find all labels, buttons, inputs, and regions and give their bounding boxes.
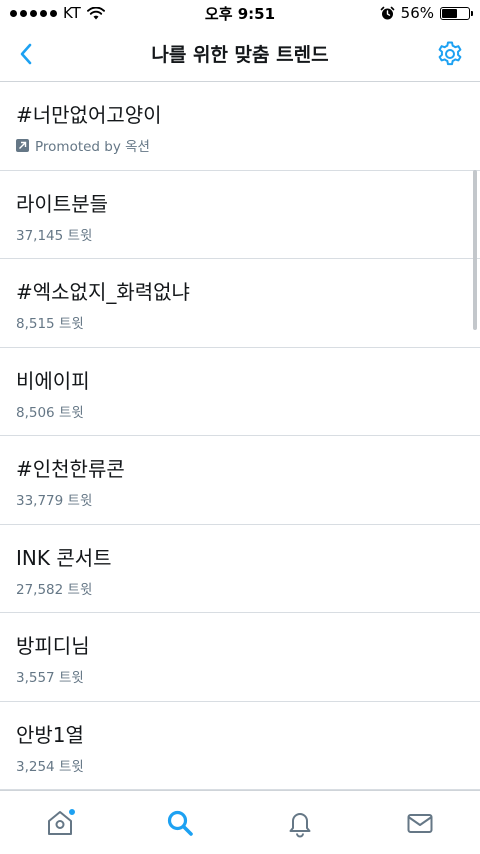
signal-strength-icon [10, 9, 57, 17]
trend-meta-text: 8,515 트윗 [16, 316, 84, 332]
battery-icon [440, 6, 473, 20]
home-notification-dot [68, 807, 76, 816]
trend-meta: 3,254 트윗 [16, 755, 464, 775]
tab-notifications[interactable] [270, 798, 330, 848]
battery-percent: 56% [400, 4, 434, 22]
trend-meta-text: 33,779 트윗 [16, 493, 93, 509]
promoted-icon [16, 138, 29, 152]
trend-item[interactable]: 방피디님 3,557 트윗 [0, 613, 480, 702]
settings-button[interactable] [434, 38, 466, 70]
nav-bar: 나를 위한 맞춤 트렌드 [0, 26, 480, 82]
tab-messages[interactable] [390, 798, 450, 848]
alarm-icon [380, 6, 394, 19]
trend-name: INK 콘서트 [16, 545, 112, 570]
page-title: 나를 위한 맞춤 트렌드 [151, 44, 329, 66]
chevron-left-icon [20, 43, 32, 65]
wifi-icon [86, 6, 105, 19]
search-icon [167, 810, 193, 836]
gear-icon [438, 41, 462, 66]
trend-name: 비에이피 [16, 368, 90, 393]
trend-meta: 8,515 트윗 [16, 312, 464, 332]
notifications-icon [289, 812, 311, 837]
trend-meta: 27,582 트윗 [16, 578, 464, 598]
messages-icon [407, 813, 433, 833]
trend-meta-text: 27,582 트윗 [16, 581, 93, 598]
app: KT 오후 9:51 56% 나를 위한 맞춤 트렌드 #너만없어고양이 Pro… [0, 0, 480, 854]
trend-list: #너만없어고양이 Promoted by 옥션 라이트분들 37,145 트윗 … [0, 82, 480, 790]
tab-search[interactable] [150, 798, 210, 848]
trend-meta: Promoted by 옥션 [16, 135, 464, 155]
trend-item[interactable]: INK 콘서트 27,582 트윗 [0, 525, 480, 613]
trend-name: #너만없어고양이 [16, 103, 162, 127]
trend-meta-text: 8,506 트윗 [16, 404, 84, 421]
carrier-label: KT [63, 4, 81, 22]
trend-meta-text: 37,145 트윗 [16, 227, 93, 244]
trend-meta: 37,145 트윗 [16, 224, 464, 244]
trend-item[interactable]: 라이트분들 37,145 트윗 [0, 171, 480, 259]
trend-item[interactable]: 비에이피 8,506 트윗 [0, 348, 480, 436]
trend-item[interactable]: 안방1열 3,254 트윗 [0, 702, 480, 790]
trend-meta-text: Promoted by 옥션 [35, 139, 150, 155]
trend-meta: 3,557 트윗 [16, 666, 464, 686]
battery-fill [442, 8, 457, 18]
trend-name: 안방1열 [16, 722, 84, 747]
trend-meta: 33,779 트윗 [16, 489, 464, 509]
trend-name: #엑소없지_화력없냐 [16, 280, 190, 304]
trend-name: 방피디님 [16, 634, 90, 658]
trend-meta: 8,506 트윗 [16, 401, 464, 421]
tab-bar [0, 790, 480, 854]
trend-meta-text: 3,557 트윗 [16, 670, 84, 686]
status-right: 56% [380, 4, 473, 22]
trend-item[interactable]: #인천한류콘 33,779 트윗 [0, 436, 480, 525]
trend-meta-text: 3,254 트윗 [16, 758, 84, 775]
trend-item[interactable]: #너만없어고양이 Promoted by 옥션 [0, 82, 480, 171]
trend-name: #인천한류콘 [16, 457, 125, 481]
tab-home[interactable] [30, 798, 90, 848]
back-button[interactable] [10, 38, 42, 70]
status-bar: KT 오후 9:51 56% [0, 0, 480, 26]
scrollbar[interactable] [473, 170, 477, 330]
status-left: KT [10, 4, 105, 22]
trend-item[interactable]: #엑소없지_화력없냐 8,515 트윗 [0, 259, 480, 348]
trend-name: 라이트분들 [16, 191, 108, 216]
